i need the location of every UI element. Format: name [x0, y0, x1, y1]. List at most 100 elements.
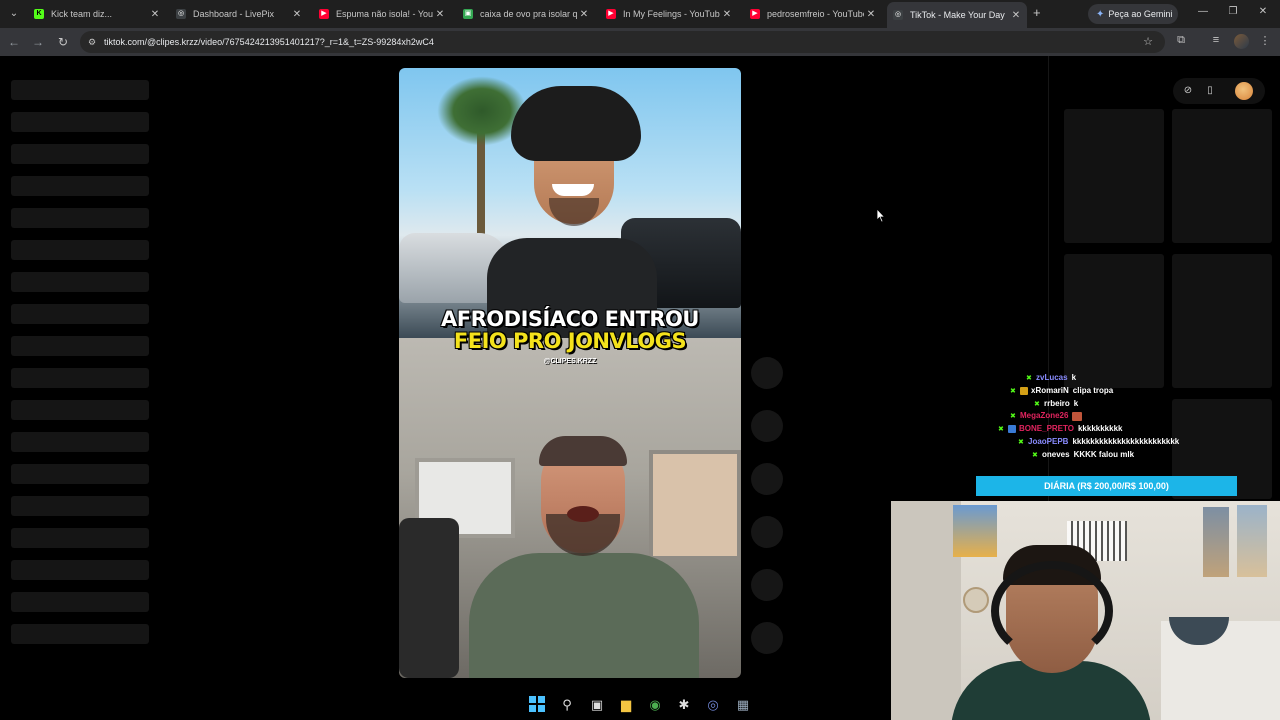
tab-title: Dashboard - LivePix	[193, 9, 275, 19]
tab-livepix[interactable]: ◎ Dashboard - LivePix ✕	[170, 3, 308, 25]
mouse-cursor-icon	[876, 208, 886, 223]
kick-badge-icon: ✖	[1034, 400, 1040, 408]
streamer-webcam	[891, 501, 1280, 720]
compass-icon[interactable]: ⊘	[1181, 85, 1195, 96]
video-frame-bottom	[399, 338, 741, 678]
close-icon[interactable]: ✕	[577, 9, 591, 20]
tab-caixa-de-ovo[interactable]: ▣ caixa de ovo pra isolar qua ✕	[457, 3, 595, 25]
close-icon[interactable]: ✕	[148, 9, 162, 20]
recommended-tile[interactable]	[1064, 109, 1164, 243]
sidebar-skeleton-item	[11, 432, 149, 452]
discord-icon[interactable]: ◎	[704, 696, 722, 714]
youtube-icon: ▶	[750, 9, 760, 19]
tab-kick[interactable]: K Kick team diz... ✕	[28, 3, 166, 25]
recommended-tile[interactable]	[1172, 254, 1272, 388]
gemini-sparkle-icon: ✦	[1096, 8, 1105, 20]
tab-title: TikTok - Make Your Day	[910, 10, 1005, 20]
youtube-icon: ▶	[606, 9, 616, 19]
recommended-tile[interactable]	[1064, 254, 1164, 388]
chat-text: k	[1073, 399, 1079, 408]
browser-toolbar: ← → ↻ ⚙ tiktok.com/@clipes.krzz/video/76…	[0, 28, 1280, 56]
moderator-badge-icon	[1008, 425, 1016, 433]
comment-button[interactable]	[751, 410, 783, 442]
sidebar-skeleton-item	[11, 304, 149, 324]
kick-badge-icon: ✖	[1018, 438, 1024, 446]
tab-strip: ⌄ K Kick team diz... ✕ ◎ Dashboard - Liv…	[0, 0, 1280, 28]
file-explorer-icon[interactable]: ▆	[617, 696, 635, 714]
like-button[interactable]	[751, 357, 783, 389]
close-icon[interactable]: ✕	[864, 9, 878, 20]
wall-poster	[1203, 507, 1229, 577]
bucket-hat	[511, 86, 641, 161]
window-close-icon[interactable]: ✕	[1256, 6, 1270, 17]
donation-goal-bar: DIÁRIA (R$ 200,00/R$ 100,00)	[976, 476, 1237, 496]
sidebar-skeleton-item	[11, 112, 149, 132]
recommended-tile[interactable]	[1172, 109, 1272, 243]
forward-arrow-icon[interactable]: →	[30, 34, 46, 50]
site-info-icon[interactable]: ⚙	[80, 37, 104, 48]
sidebar-skeleton-item	[11, 496, 149, 516]
chat-username: zvLucas	[1036, 373, 1068, 382]
minimize-icon[interactable]: —	[1196, 6, 1210, 17]
chat-text: kkkkkkkkkkkkkkkkkkkkkkkk	[1072, 437, 1180, 446]
action-button[interactable]	[751, 569, 783, 601]
video-player[interactable]: AFRODISÍACO ENTROU FEIO PRO JONVLOGS @CL…	[399, 68, 741, 678]
restore-icon[interactable]: ❐	[1226, 6, 1240, 17]
profile-avatar[interactable]	[1234, 34, 1249, 49]
chat-message: ✖ xRomariN clipa tropa	[1010, 385, 1113, 397]
share-button[interactable]	[751, 516, 783, 548]
gemini-button[interactable]: ✦ Peça ao Gemini	[1088, 4, 1178, 24]
chat-text: k	[1071, 373, 1077, 382]
new-tab-plus-icon[interactable]: +	[1033, 6, 1041, 20]
close-icon[interactable]: ✕	[433, 9, 447, 20]
wall-poster	[1237, 505, 1267, 577]
user-avatar[interactable]	[1235, 82, 1253, 100]
chat-message: ✖ oneves KKKK falou mlk	[1032, 449, 1134, 461]
sidebar-skeleton-item	[11, 464, 149, 484]
chat-text: kkkkkkkkkk	[1077, 424, 1123, 433]
tab-espuma-youtube[interactable]: ▶ Espuma não isola! - YouTub ✕	[313, 3, 451, 25]
search-icon[interactable]: ⚲	[558, 696, 576, 714]
tab-title: Kick team diz...	[51, 9, 113, 19]
sidebar-skeleton-item	[11, 176, 149, 196]
kick-badge-icon: ✖	[1032, 451, 1038, 459]
back-arrow-icon[interactable]: ←	[6, 34, 22, 50]
tab-tiktok-active[interactable]: ◎ TikTok - Make Your Day ✕	[887, 2, 1027, 28]
more-menu-icon[interactable]: ⋮	[1257, 34, 1273, 47]
chat-message: ✖ rrbeiro k	[1034, 398, 1078, 410]
kick-badge-icon: ✖	[1010, 387, 1016, 395]
close-icon[interactable]: ✕	[290, 9, 304, 20]
chat-username: JoaoPEPB	[1028, 437, 1069, 446]
shopping-icon: ▣	[463, 9, 473, 19]
windows-start-icon[interactable]	[529, 696, 545, 712]
bookmark-button[interactable]	[751, 463, 783, 495]
media-queue-icon[interactable]: ≡	[1208, 34, 1224, 46]
kick-badge-icon: ✖	[1026, 374, 1032, 382]
sidebar-skeleton-item	[11, 144, 149, 164]
chrome-icon[interactable]: ◉	[646, 696, 664, 714]
tab-pedrosemfreio[interactable]: ▶ pedrosemfreio - YouTube ✕	[744, 3, 882, 25]
app-icon[interactable]: ✱	[675, 696, 693, 714]
chat-username: MegaZone26	[1020, 411, 1069, 420]
url-text[interactable]: tiktok.com/@clipes.krzz/video/7675424213…	[104, 37, 434, 47]
calculator-icon[interactable]: ▦	[734, 696, 752, 714]
chat-username: oneves	[1042, 450, 1070, 459]
mobile-icon[interactable]: ▯	[1203, 85, 1217, 96]
address-bar[interactable]: ⚙ tiktok.com/@clipes.krzz/video/76754242…	[80, 31, 1165, 53]
tab-title: caixa de ovo pra isolar qua	[480, 9, 577, 19]
tab-in-my-feelings[interactable]: ▶ In My Feelings - YouTube ✕	[600, 3, 738, 25]
video-frame-top	[399, 68, 741, 338]
action-button[interactable]	[751, 622, 783, 654]
close-icon[interactable]: ✕	[720, 9, 734, 20]
tab-search-icon[interactable]: ⌄	[6, 6, 22, 22]
bookmark-star-icon[interactable]: ☆	[1143, 35, 1153, 48]
reload-icon[interactable]: ↻	[55, 34, 71, 50]
task-view-icon[interactable]: ▣	[588, 696, 606, 714]
extensions-puzzle-icon[interactable]: ⧉	[1173, 34, 1189, 47]
close-icon[interactable]: ✕	[1009, 10, 1023, 21]
chat-message: ✖ zvLucas k	[1026, 372, 1076, 384]
sidebar-skeleton-item	[11, 560, 149, 580]
sidebar-skeleton-item	[11, 240, 149, 260]
sidebar-skeleton-item	[11, 272, 149, 292]
tiktok-icon: ◎	[893, 10, 903, 20]
